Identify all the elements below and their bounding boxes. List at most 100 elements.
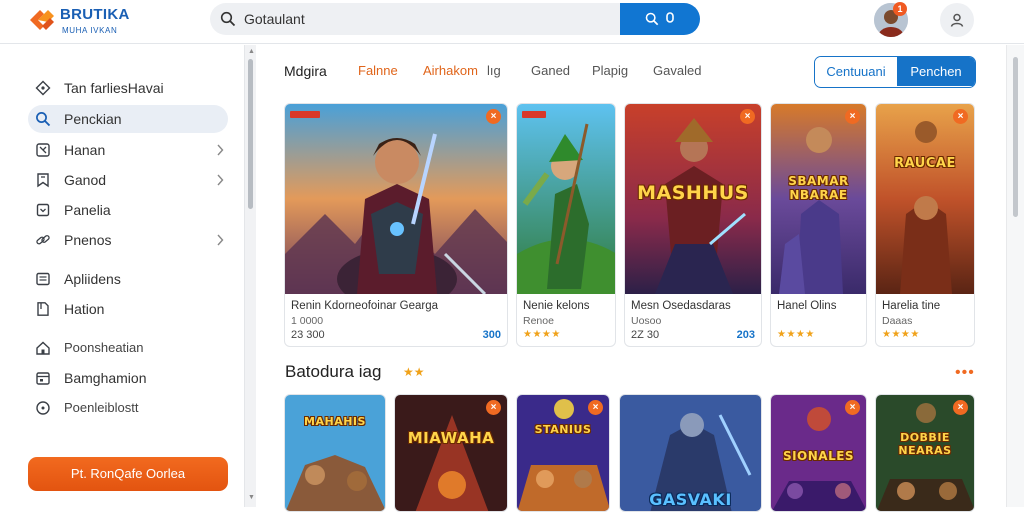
search-icon xyxy=(36,112,51,127)
user-menu-button[interactable] xyxy=(940,3,974,37)
sidebar-item-bamghamion[interactable]: Bamghamion xyxy=(28,364,228,392)
app-logo[interactable]: BRUTIKA MUHA IVKAN xyxy=(28,5,148,39)
toggle-centuuani[interactable]: Centuuani xyxy=(815,57,897,86)
game-cover-image: MAHAHIS xyxy=(285,395,385,511)
sidebar-item-label: Poonsheatian xyxy=(64,340,144,355)
game-card[interactable]: Nenie kelons Renoe ★★★★ xyxy=(516,103,616,347)
game-card[interactable]: GASVAKI xyxy=(619,394,762,512)
toggle-penchen[interactable]: Penchen xyxy=(897,57,975,86)
home-icon xyxy=(36,341,50,355)
tab-gavaled[interactable]: Gavaled xyxy=(653,63,701,78)
info-icon xyxy=(36,401,50,415)
rating-stars: ★★★★ xyxy=(523,329,561,340)
sidebar-item-ganod[interactable]: Ganod xyxy=(28,166,228,194)
cover-title: STANIUS xyxy=(534,423,592,436)
game-cover-image: GASVAKI xyxy=(620,395,761,511)
sidebar-item-label: Ganod xyxy=(64,172,107,188)
game-cover-image xyxy=(517,104,615,294)
game-card[interactable]: STANIUS × xyxy=(516,394,610,512)
sidebar-scrollbar[interactable]: ▲ ▼ xyxy=(244,45,256,507)
game-cover-image: DOBBIE NEARAS × xyxy=(876,395,974,511)
link-icon xyxy=(36,235,50,245)
scroll-down-icon[interactable]: ▼ xyxy=(248,494,255,501)
game-card[interactable]: MIAWAHA × xyxy=(394,394,508,512)
sidebar-item-pnenos[interactable]: Pnenos xyxy=(28,226,228,254)
close-icon[interactable]: × xyxy=(740,109,755,124)
red-tag xyxy=(290,111,320,118)
cover-title: RAUCAE xyxy=(894,156,956,171)
game-card[interactable]: SBAMAR NBARAE × Hanel Olins ★★★★ xyxy=(770,103,867,347)
sidebar-item-poenleiblostt[interactable]: Poenleiblostt xyxy=(28,394,228,422)
sidebar-item-apliidens[interactable]: Apliidens xyxy=(28,265,228,293)
search-button[interactable] xyxy=(620,3,700,35)
sidebar-item-label: Hanan xyxy=(64,142,106,158)
sidebar-item-favorites[interactable]: Tan farliesHavai xyxy=(28,74,228,102)
sidebar-item-label: Bamghamion xyxy=(64,370,147,386)
card-subtitle: Daaas xyxy=(882,315,913,327)
box-icon xyxy=(36,203,50,217)
card-title: Hanel Olins xyxy=(777,300,837,312)
cover-title: SBAMAR NBARAE xyxy=(788,174,849,202)
game-cover-image: SIONALES × xyxy=(771,395,866,511)
sidebar-item-label: Poenleiblostt xyxy=(64,400,139,415)
tab-plapig[interactable]: Plapig xyxy=(592,63,628,78)
game-cover-image: MIAWAHA × xyxy=(395,395,507,511)
close-icon[interactable]: × xyxy=(953,109,968,124)
game-card[interactable]: MASHHUS × Mesn Osedasdaras Uosoo 2Z 30 2… xyxy=(624,103,762,347)
sidebar-item-search[interactable]: Penckian xyxy=(28,105,228,133)
cover-title: MASHHUS xyxy=(637,182,749,204)
section-title: Batodura iag xyxy=(285,362,382,381)
close-icon[interactable]: × xyxy=(588,400,603,415)
game-card[interactable]: MAHAHIS xyxy=(284,394,386,512)
close-icon[interactable]: × xyxy=(486,400,501,415)
game-card[interactable]: SIONALES × xyxy=(770,394,867,512)
sidebar-item-label: Pnenos xyxy=(64,232,112,248)
close-icon[interactable]: × xyxy=(845,400,860,415)
more-icon[interactable]: ••• xyxy=(955,364,975,382)
logo-icon xyxy=(30,10,54,30)
search-icon xyxy=(220,11,236,27)
scroll-thumb[interactable] xyxy=(1013,57,1018,217)
main-scrollbar[interactable] xyxy=(1006,45,1024,507)
tab-lig[interactable]: lıg xyxy=(487,63,501,78)
pad-icon xyxy=(36,143,50,157)
notification-badge: 1 xyxy=(893,2,907,16)
cover-title: DOBBIE NEARAS xyxy=(898,431,952,457)
tab-mdgira[interactable]: Mdgira xyxy=(284,63,327,79)
sidebar-item-panelia[interactable]: Panelia xyxy=(28,196,228,224)
game-card[interactable]: × Renin Kdorneofoinar Gearga 1 0000 23 3… xyxy=(284,103,508,347)
view-toggle: Centuuani Penchen xyxy=(814,56,976,88)
card-price: 2Z 30 xyxy=(631,329,660,341)
tab-airhakom[interactable]: Airhakom xyxy=(423,63,478,78)
sidebar-item-hation[interactable]: Hation xyxy=(28,295,228,323)
scroll-thumb[interactable] xyxy=(248,59,253,209)
sidebar-item-poonsheatian[interactable]: Poonsheatian xyxy=(28,334,228,362)
cover-title: MAHAHIS xyxy=(304,415,366,428)
game-card[interactable]: DOBBIE NEARAS × xyxy=(875,394,975,512)
tab-ganed[interactable]: Ganed xyxy=(531,63,570,78)
game-cover-image: RAUCAE × xyxy=(876,104,974,294)
close-icon[interactable]: × xyxy=(486,109,501,124)
search-input[interactable] xyxy=(244,3,614,35)
game-cover-image: SBAMAR NBARAE × xyxy=(771,104,866,294)
card-title: Nenie kelons xyxy=(523,300,590,312)
card-score: 203 xyxy=(736,329,755,341)
user-icon xyxy=(950,13,964,27)
scroll-up-icon[interactable]: ▲ xyxy=(248,48,255,55)
list-icon xyxy=(36,272,50,286)
search-icon xyxy=(645,12,659,26)
doc-icon xyxy=(37,302,49,316)
sidebar-item-label: Hation xyxy=(64,301,105,317)
tab-falnne[interactable]: Falnne xyxy=(358,63,398,78)
card-subtitle: 1 0000 xyxy=(291,315,324,327)
close-icon[interactable]: × xyxy=(845,109,860,124)
game-card[interactable]: RAUCAE × Harelia tine Daaas ★★★★ xyxy=(875,103,975,347)
cover-title: SIONALES xyxy=(782,449,855,463)
close-icon[interactable]: × xyxy=(953,400,968,415)
card-score: 300 xyxy=(482,329,501,341)
sidebar-cta-button[interactable]: Pt. RonQafe Oorlea xyxy=(28,457,228,491)
chevron-right-icon xyxy=(217,234,224,246)
rating-stars: ★★★★ xyxy=(777,329,815,340)
sidebar-item-hanan[interactable]: Hanan xyxy=(28,136,228,164)
chevron-right-icon xyxy=(217,144,224,156)
